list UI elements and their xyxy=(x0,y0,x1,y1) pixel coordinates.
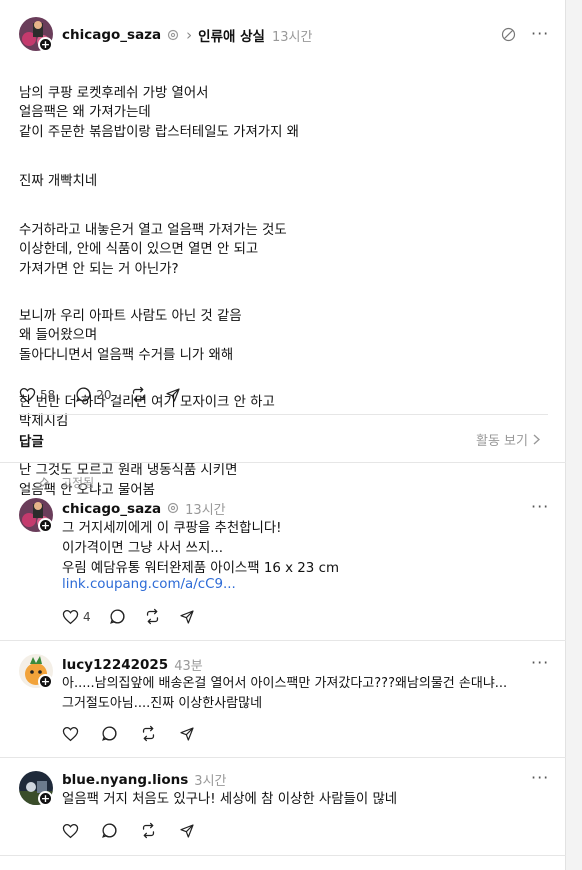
heart-icon xyxy=(62,726,79,741)
post-paragraph: 난 그것도 모르고 원래 냉동식품 시키면 얼음팩 안 오냐고 물어봄 xyxy=(19,463,238,498)
divider xyxy=(0,462,566,463)
reply-actions: 4 xyxy=(62,608,213,625)
more-icon[interactable]: ··· xyxy=(531,24,549,43)
comment-button[interactable] xyxy=(101,725,118,742)
reply-text: 아.....남의집앞에 배송온걸 열어서 아이스팩만 가져갔다고???왜남의물건… xyxy=(62,676,508,711)
repost-icon xyxy=(146,608,158,625)
activity-link[interactable]: 활동 보기 xyxy=(476,430,540,449)
post-paragraph: 수거하라고 내놓은거 열고 얼음팩 가져가는 것도 이상한데, 안에 식품이 있… xyxy=(19,222,287,277)
post-paragraph: 보니까 우리 아파트 사람도 아닌 것 같음 왜 들어왔으며 돌아다니면서 얼음… xyxy=(19,308,242,363)
comment-icon xyxy=(102,726,117,741)
share-button[interactable] xyxy=(165,387,181,403)
repost-button[interactable] xyxy=(130,386,147,403)
like-button[interactable] xyxy=(62,726,79,742)
post-header: chicago_saza › 인류애 상실 13시간 xyxy=(62,25,313,45)
heart-icon xyxy=(19,387,36,402)
more-icon[interactable]: ··· xyxy=(531,497,549,516)
share-button[interactable] xyxy=(179,726,195,742)
follow-plus-icon[interactable]: + xyxy=(38,791,53,806)
pinned-label: 고정됨 xyxy=(61,476,95,490)
repost-icon xyxy=(142,725,155,742)
reply-actions xyxy=(62,725,213,742)
reply-time: 3시간 xyxy=(194,774,227,789)
chevron-right-icon xyxy=(533,434,540,445)
reply-header: lucy12242025 43분 xyxy=(62,655,203,675)
reply-header: chicago_saza 13시간 xyxy=(62,499,226,519)
activity-link-label: 활동 보기 xyxy=(476,434,528,449)
repost-button[interactable] xyxy=(140,725,157,742)
share-icon xyxy=(180,609,194,624)
reply-text: 그 거지세끼에게 이 쿠팡을 추천합니다! 이가격이면 그냥 사서 쓰지... … xyxy=(62,521,339,576)
reply-header: blue.nyang.lions 3시간 xyxy=(62,770,227,790)
username[interactable]: chicago_saza xyxy=(62,27,161,43)
share-icon xyxy=(165,387,180,402)
repost-icon xyxy=(132,386,144,403)
username[interactable]: lucy12242025 xyxy=(62,657,168,673)
replies-title: 답글 xyxy=(19,434,44,450)
threads-icon xyxy=(167,499,179,518)
reply-time: 13시간 xyxy=(185,503,226,518)
repost-button[interactable] xyxy=(144,608,161,625)
follow-plus-icon[interactable]: + xyxy=(38,674,53,689)
thread-card: + chicago_saza › 인류애 상실 13시간 ··· 남의 쿠팡 로… xyxy=(0,0,566,870)
share-button[interactable] xyxy=(179,823,195,839)
breadcrumb-separator: › xyxy=(186,26,193,44)
post-time: 13시간 xyxy=(271,29,313,45)
like-button[interactable] xyxy=(62,823,79,839)
follow-plus-icon[interactable]: + xyxy=(38,518,53,533)
share-icon xyxy=(180,823,194,838)
share-icon xyxy=(180,726,194,741)
repost-icon xyxy=(142,822,155,839)
follow-plus-icon[interactable]: + xyxy=(38,37,53,52)
comment-count: 20 xyxy=(96,387,112,402)
username[interactable]: blue.nyang.lions xyxy=(62,772,188,788)
post-paragraph: 남의 쿠팡 로켓후레쉬 가방 열어서 얼음팩은 왜 가져가는데 같이 주문한 볶… xyxy=(19,85,299,140)
like-button[interactable]: 4 xyxy=(62,609,91,625)
reply-text: 얼음팩 거지 처음도 있구나! 세상에 참 이상한 사람들이 많네 xyxy=(62,792,398,807)
share-button[interactable] xyxy=(179,609,195,625)
post-actions: 58 20 xyxy=(19,386,199,403)
reply-link[interactable]: link.coupang.com/a/cC9... xyxy=(62,577,236,592)
reply-time: 43분 xyxy=(174,659,203,674)
heart-icon xyxy=(62,823,79,838)
comment-button[interactable]: 20 xyxy=(75,386,112,403)
threads-icon xyxy=(167,26,179,45)
divider xyxy=(19,414,548,415)
comment-icon xyxy=(109,609,125,624)
divider xyxy=(0,757,566,758)
divider xyxy=(0,855,566,856)
heart-icon xyxy=(62,609,79,624)
comment-icon xyxy=(102,823,117,838)
like-count: 4 xyxy=(83,609,91,624)
comment-button[interactable] xyxy=(109,608,126,625)
post-paragraph: 진짜 개빡치네 xyxy=(19,173,98,189)
mute-icon[interactable] xyxy=(501,27,516,46)
like-button[interactable]: 58 xyxy=(19,387,55,403)
post-body: 남의 쿠팡 로켓후레쉬 가방 열어서 얼음팩은 왜 가져가는데 같이 주문한 볶… xyxy=(19,64,539,520)
comment-button[interactable] xyxy=(101,822,118,839)
pinned-indicator: 고정됨 xyxy=(37,474,94,491)
divider xyxy=(0,640,566,641)
pin-icon xyxy=(37,476,49,488)
comment-icon xyxy=(76,387,91,402)
topic-tag[interactable]: 인류애 상실 xyxy=(198,25,265,45)
more-icon[interactable]: ··· xyxy=(531,768,549,787)
username[interactable]: chicago_saza xyxy=(62,501,161,517)
more-icon[interactable]: ··· xyxy=(531,653,549,672)
like-count: 58 xyxy=(40,387,56,402)
repost-button[interactable] xyxy=(140,822,157,839)
reply-actions xyxy=(62,822,213,839)
